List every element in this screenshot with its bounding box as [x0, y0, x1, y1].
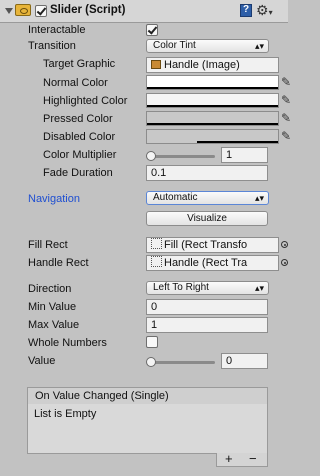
alpha-bar	[147, 87, 278, 89]
rect-transform-icon	[151, 238, 162, 249]
dropdown-arrows-icon: ▴▾	[254, 193, 264, 203]
direction-value: Left To Right	[153, 282, 209, 293]
component-header: Slider (Script) ⚙▾	[0, 0, 288, 23]
fill-rect-field[interactable]: Fill (Rect Transfo	[146, 237, 279, 253]
pressed-color-swatch[interactable]	[146, 111, 279, 126]
eyedropper-icon[interactable]: ✎	[281, 129, 291, 143]
dropdown-arrows-icon: ▴▾	[254, 41, 264, 51]
visualize-button[interactable]: Visualize	[146, 211, 268, 226]
alpha-bar	[147, 123, 278, 125]
whole-numbers-label: Whole Numbers	[28, 337, 107, 349]
dropdown-arrows-icon: ▴▾	[254, 283, 264, 293]
normal-color-label: Normal Color	[43, 77, 108, 89]
target-graphic-value: Handle (Image)	[164, 59, 240, 71]
remove-event-button[interactable]: −	[249, 451, 257, 466]
alpha-bar	[147, 105, 278, 107]
fade-duration-label: Fade Duration	[43, 167, 113, 179]
highlighted-color-swatch[interactable]	[146, 93, 279, 108]
event-footer: + −	[216, 451, 268, 467]
direction-label: Direction	[28, 283, 72, 295]
color-multiplier-slider-thumb[interactable]	[146, 151, 156, 161]
fill-rect-value: Fill (Rect Transfo	[164, 239, 248, 251]
direction-dropdown[interactable]: Left To Right ▴▾	[146, 281, 269, 295]
min-value-label: Min Value	[28, 301, 77, 313]
eyedropper-icon[interactable]: ✎	[281, 111, 291, 125]
list-empty-text: List is Empty	[34, 408, 97, 420]
disabled-color-swatch[interactable]	[146, 129, 279, 144]
fade-duration-input[interactable]: 0.1	[146, 165, 268, 181]
rect-transform-icon	[151, 256, 162, 267]
value-label: Value	[28, 355, 56, 367]
foldout-triangle-icon[interactable]	[5, 8, 13, 14]
normal-color-swatch[interactable]	[146, 75, 279, 90]
eyedropper-icon[interactable]: ✎	[281, 75, 291, 89]
help-book-icon[interactable]	[240, 4, 252, 17]
max-value-label: Max Value	[28, 319, 80, 331]
target-graphic-label: Target Graphic	[43, 58, 116, 70]
max-value-input[interactable]: 1	[146, 317, 268, 333]
whole-numbers-checkbox[interactable]	[146, 336, 158, 348]
component-title: Slider (Script)	[50, 4, 126, 16]
add-event-button[interactable]: +	[225, 451, 233, 466]
script-icon	[15, 4, 31, 16]
navigation-value: Automatic	[153, 192, 198, 203]
handle-rect-label: Handle Rect	[28, 257, 89, 269]
navigation-label: Navigation	[28, 193, 80, 205]
object-picker-icon[interactable]	[281, 259, 288, 266]
color-multiplier-label: Color Multiplier	[43, 149, 117, 161]
on-value-changed-header: On Value Changed (Single)	[27, 387, 268, 405]
fill-rect-label: Fill Rect	[28, 239, 68, 251]
gear-icon[interactable]: ⚙▾	[256, 2, 273, 19]
min-value-input[interactable]: 0	[146, 299, 268, 315]
alpha-bar	[197, 141, 278, 143]
on-value-changed-list: List is Empty	[27, 404, 268, 454]
transition-dropdown[interactable]: Color Tint ▴▾	[146, 39, 269, 53]
eyedropper-icon[interactable]: ✎	[281, 93, 291, 107]
transition-label: Transition	[28, 40, 76, 52]
interactable-checkbox[interactable]	[146, 24, 158, 36]
image-icon	[151, 60, 161, 69]
interactable-label: Interactable	[28, 24, 86, 36]
object-picker-icon[interactable]	[281, 241, 288, 248]
pressed-color-label: Pressed Color	[43, 113, 113, 125]
transition-value: Color Tint	[153, 40, 196, 51]
value-input[interactable]: 0	[221, 353, 268, 369]
handle-rect-field[interactable]: Handle (Rect Tra	[146, 255, 279, 271]
value-slider-track[interactable]	[149, 361, 215, 364]
component-enabled-checkbox[interactable]	[35, 5, 47, 17]
target-graphic-field[interactable]: Handle (Image)	[146, 57, 279, 73]
disabled-color-label: Disabled Color	[43, 131, 116, 143]
highlighted-color-label: Highlighted Color	[43, 95, 128, 107]
value-slider-thumb[interactable]	[146, 357, 156, 367]
handle-rect-value: Handle (Rect Tra	[164, 257, 248, 269]
color-multiplier-slider-track[interactable]	[149, 155, 215, 158]
navigation-dropdown[interactable]: Automatic ▴▾	[146, 191, 269, 205]
color-multiplier-input[interactable]: 1	[221, 147, 268, 163]
